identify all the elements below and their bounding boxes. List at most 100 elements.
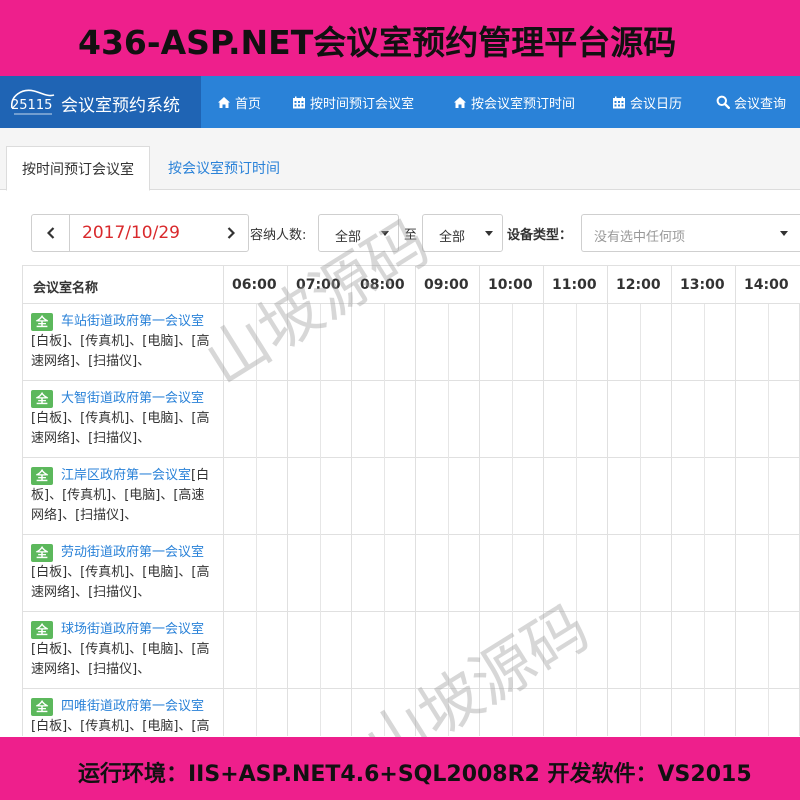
- time-slot[interactable]: [415, 458, 479, 535]
- room-name-link[interactable]: 大智街道政府第一会议室: [61, 391, 204, 406]
- time-slot[interactable]: [735, 381, 799, 458]
- next-date-button[interactable]: [212, 215, 250, 251]
- time-slot[interactable]: [671, 381, 735, 458]
- time-slot[interactable]: [607, 381, 671, 458]
- time-slot[interactable]: [607, 304, 671, 381]
- half-hour-divider: [576, 612, 577, 689]
- time-slot[interactable]: [351, 689, 415, 736]
- time-slot[interactable]: [543, 381, 607, 458]
- half-hour-divider: [768, 381, 769, 458]
- full-equipment-badge: 全: [31, 544, 53, 562]
- time-slot[interactable]: [479, 304, 543, 381]
- brand-logo-text: 25115: [11, 98, 52, 113]
- time-slot[interactable]: [415, 381, 479, 458]
- time-slot[interactable]: [607, 458, 671, 535]
- time-slot[interactable]: [479, 612, 543, 689]
- time-slot[interactable]: [543, 612, 607, 689]
- half-hour-divider: [704, 304, 705, 381]
- schedule-grid: 会议室名称 06:00 07:00 08:00 09:00 10:00 11:00 12:0…: [22, 265, 800, 736]
- table-row: 全江岸区政府第一会议室[白板]、[传真机]、[电脑]、[高速网络]、[扫描仪]、: [23, 458, 800, 535]
- time-slot[interactable]: [479, 458, 543, 535]
- capacity-to-select[interactable]: 全部: [422, 214, 503, 252]
- nav-item-book-by-room[interactable]: 按会议室预订时间: [453, 76, 575, 128]
- time-slot[interactable]: [351, 304, 415, 381]
- time-slot[interactable]: [479, 381, 543, 458]
- time-slot[interactable]: [671, 304, 735, 381]
- room-name-header: 会议室名称: [33, 281, 99, 296]
- time-slot[interactable]: [415, 535, 479, 612]
- tab-book-by-time[interactable]: 按时间预订会议室: [6, 146, 150, 191]
- time-slot[interactable]: [223, 535, 287, 612]
- time-slot[interactable]: [543, 535, 607, 612]
- search-icon: [716, 95, 730, 109]
- hour-header: 08:00: [351, 266, 415, 304]
- nav-item-home[interactable]: 首页: [217, 76, 261, 128]
- time-slot[interactable]: [351, 535, 415, 612]
- time-slot[interactable]: [223, 458, 287, 535]
- equipment-select[interactable]: 没有选中任何项: [581, 214, 800, 252]
- time-slot[interactable]: [607, 535, 671, 612]
- half-hour-divider: [320, 381, 321, 458]
- hour-header: 14:00: [735, 266, 799, 304]
- time-slot[interactable]: [223, 381, 287, 458]
- time-slot[interactable]: [351, 458, 415, 535]
- half-hour-divider: [384, 458, 385, 535]
- time-slot[interactable]: [735, 458, 799, 535]
- time-slot[interactable]: [479, 689, 543, 736]
- half-hour-divider: [640, 612, 641, 689]
- hour-header: 13:00: [671, 266, 735, 304]
- room-name-link[interactable]: 球场街道政府第一会议室: [61, 622, 204, 637]
- time-slot[interactable]: [287, 458, 351, 535]
- room-name-link[interactable]: 车站街道政府第一会议室: [61, 314, 204, 329]
- nav-item-book-by-time[interactable]: 按时间预订会议室: [292, 76, 414, 128]
- time-slot[interactable]: [671, 458, 735, 535]
- time-slot[interactable]: [479, 535, 543, 612]
- time-slot[interactable]: [287, 535, 351, 612]
- time-slot[interactable]: [287, 304, 351, 381]
- time-slot[interactable]: [671, 535, 735, 612]
- time-slot[interactable]: [671, 689, 735, 736]
- nav-item-calendar[interactable]: 会议日历: [612, 76, 682, 128]
- time-slot[interactable]: [415, 689, 479, 736]
- time-slot[interactable]: [735, 612, 799, 689]
- full-equipment-badge: 全: [31, 698, 53, 716]
- room-name-link[interactable]: 劳动街道政府第一会议室: [61, 545, 204, 560]
- half-hour-divider: [256, 535, 257, 612]
- time-slot[interactable]: [543, 458, 607, 535]
- brand[interactable]: 25115 会议室预约系统: [0, 76, 201, 128]
- calendar-icon: [613, 96, 625, 108]
- time-slot[interactable]: [223, 304, 287, 381]
- time-slot[interactable]: [543, 689, 607, 736]
- time-slot[interactable]: [223, 612, 287, 689]
- time-slot[interactable]: [415, 612, 479, 689]
- tab-book-by-room[interactable]: 按会议室预订时间: [168, 146, 280, 190]
- time-slot[interactable]: [415, 304, 479, 381]
- banner-title: 436-ASP.NET会议室预约管理平台源码: [78, 23, 677, 62]
- time-slot[interactable]: [287, 612, 351, 689]
- nav-item-label: 会议查询: [734, 96, 787, 112]
- room-name-link[interactable]: 四唯街道政府第一会议室: [61, 699, 204, 714]
- time-slot[interactable]: [543, 304, 607, 381]
- half-hour-divider: [768, 535, 769, 612]
- time-slot[interactable]: [735, 689, 799, 736]
- room-equipment: [白板]、[传真机]、[电脑]、[高速网络]、[扫描仪]、: [31, 334, 210, 369]
- nav-item-label: 首页: [235, 96, 262, 112]
- time-slot[interactable]: [735, 535, 799, 612]
- prev-date-button[interactable]: [32, 215, 70, 251]
- time-slot[interactable]: [607, 612, 671, 689]
- time-slot[interactable]: [223, 689, 287, 736]
- time-slot[interactable]: [671, 612, 735, 689]
- room-name-link[interactable]: 江岸区政府第一会议室: [61, 468, 191, 483]
- time-slot[interactable]: [351, 612, 415, 689]
- capacity-from-select[interactable]: 全部: [318, 214, 399, 252]
- date-value[interactable]: 2017/10/29: [82, 223, 180, 243]
- time-slot[interactable]: [735, 304, 799, 381]
- time-slot[interactable]: [287, 689, 351, 736]
- time-slot[interactable]: [607, 689, 671, 736]
- half-hour-divider: [576, 381, 577, 458]
- nav-item-label: 按时间预订会议室: [310, 96, 415, 112]
- nav-item-search[interactable]: 会议查询: [716, 76, 786, 128]
- chevron-right-icon: [227, 227, 235, 239]
- time-slot[interactable]: [351, 381, 415, 458]
- time-slot[interactable]: [287, 381, 351, 458]
